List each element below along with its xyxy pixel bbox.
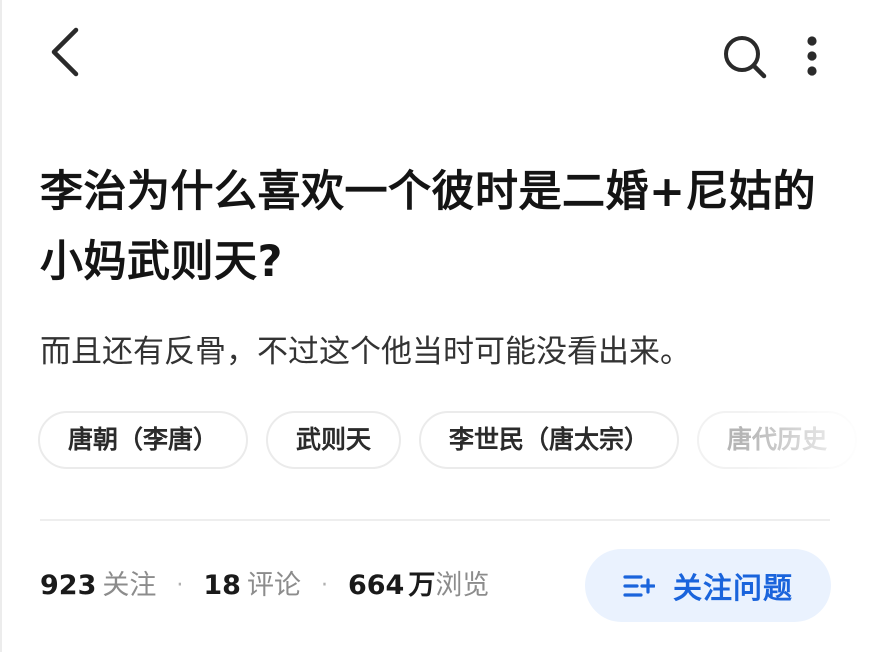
stat-separator: · (320, 573, 328, 598)
view-stat: 664 万浏览 (348, 570, 489, 601)
more-vertical-icon (807, 36, 817, 76)
topic-tag-tang-dynasty[interactable]: 唐朝（李唐） (38, 411, 249, 469)
chevron-left-icon (51, 27, 79, 77)
top-bar (0, 0, 870, 110)
question-stats: 923 关注 · 18 评论 · 664 万浏览 (40, 563, 489, 609)
topic-tag-li-shimin[interactable]: 李世民（唐太宗） (419, 411, 680, 469)
comment-label: 评论 (246, 570, 301, 601)
follow-question-label: 关注问题 (672, 570, 793, 605)
topic-tag-list: 唐朝（李唐） 武则天 李世民（唐太宗） 唐代历史 (38, 411, 870, 469)
question-title: 李治为什么喜欢一个彼时是二婚+尼姑的小妈武则天? (40, 167, 817, 287)
view-label: 浏览 (435, 570, 490, 601)
topic-tag-tang-history[interactable]: 唐代历史 (697, 411, 858, 469)
stat-separator: · (176, 573, 184, 598)
add-to-list-icon (623, 574, 655, 597)
question-description[interactable]: 而且还有反骨，不过这个他当时可能没看出来。 (40, 330, 830, 374)
view-count-unit: 万 (408, 570, 436, 601)
comment-stat[interactable]: 18 评论 (203, 570, 301, 601)
follower-count: 923 (40, 570, 97, 601)
topic-tag-wu-zetian[interactable]: 武则天 (266, 411, 402, 469)
more-options-button[interactable] (795, 30, 829, 84)
follower-stat[interactable]: 923 关注 (40, 570, 156, 601)
section-divider (40, 519, 830, 521)
follow-question-button[interactable]: 关注问题 (585, 549, 831, 622)
search-button[interactable] (718, 30, 772, 84)
comment-count: 18 (203, 570, 241, 601)
view-count: 664 (347, 570, 405, 601)
search-icon (724, 36, 767, 79)
back-button[interactable] (40, 22, 90, 82)
follower-label: 关注 (102, 570, 157, 601)
